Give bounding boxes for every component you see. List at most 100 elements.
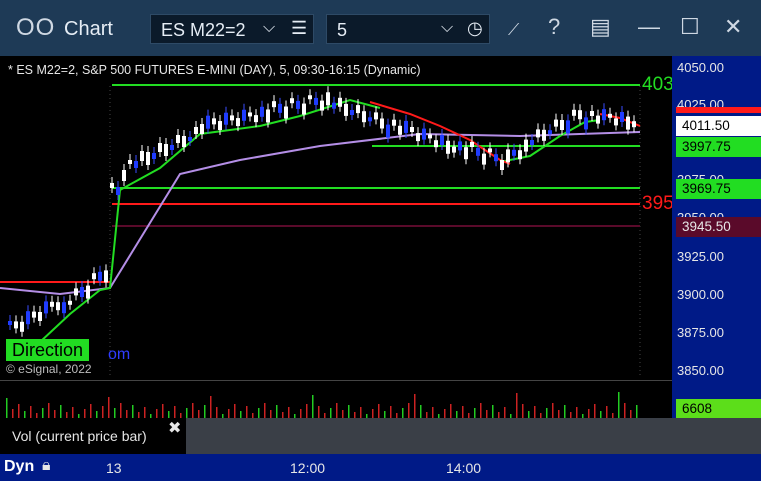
- volume-bar: [588, 409, 590, 418]
- volume-bar: [384, 411, 386, 418]
- volume-bar: [156, 409, 158, 418]
- volume-pane[interactable]: [0, 380, 672, 419]
- candle-body: [266, 109, 270, 123]
- candle-body: [410, 127, 414, 132]
- volume-bar: [444, 409, 446, 418]
- volume-bar: [96, 411, 98, 418]
- ma-purple: [0, 131, 641, 296]
- volume-bar: [132, 405, 134, 418]
- volume-bar: [234, 404, 236, 418]
- candle-body: [182, 136, 186, 147]
- candle-body: [386, 124, 390, 138]
- candle-body: [56, 302, 60, 311]
- candle-body: [620, 112, 624, 122]
- volume-bar: [216, 407, 218, 418]
- volume-bar: [264, 403, 266, 418]
- price-chart[interactable]: * ES M22=2, S&P 500 FUTURES E-MINI (DAY)…: [0, 56, 674, 380]
- candle-body: [272, 101, 276, 108]
- volume-study-label[interactable]: Vol (current price bar): [0, 418, 186, 454]
- candle-body: [14, 321, 18, 329]
- lock-icon[interactable]: 🔒︎: [42, 457, 51, 475]
- maximize-icon[interactable]: ☐: [680, 14, 700, 40]
- volume-bar: [618, 392, 620, 418]
- volume-bar: [60, 405, 62, 418]
- page-settings-icon[interactable]: ▤: [590, 14, 611, 40]
- volume-bar: [420, 405, 422, 418]
- volume-bar: [432, 407, 434, 418]
- candle-body: [518, 150, 522, 160]
- chevron-down-icon[interactable]: ⌵: [263, 19, 275, 37]
- symbol-selector[interactable]: ES M22=2 ⌵ ☰: [150, 14, 314, 44]
- candle-body: [86, 285, 90, 299]
- volume-bar: [462, 406, 464, 418]
- candle-body: [560, 120, 564, 130]
- volume-bar: [330, 408, 332, 418]
- close-icon[interactable]: ✕: [724, 14, 742, 40]
- candle-body: [596, 115, 600, 124]
- volume-bar: [174, 406, 176, 418]
- volume-bar: [84, 409, 86, 418]
- candle-body: [506, 149, 510, 163]
- candle-body: [20, 321, 24, 332]
- volume-bar: [636, 405, 638, 418]
- candle-body: [26, 311, 30, 325]
- volume-bar: [48, 403, 50, 418]
- minimize-icon[interactable]: —: [638, 14, 660, 40]
- list-menu-icon[interactable]: ☰: [291, 18, 307, 39]
- volume-bar: [606, 406, 608, 418]
- green-upper-tag: 3997.75: [676, 137, 761, 157]
- volume-bar: [486, 410, 488, 418]
- candle-body: [44, 301, 48, 314]
- volume-bar: [342, 410, 344, 418]
- candle-body: [140, 151, 144, 161]
- candle-body: [98, 271, 102, 281]
- volume-bar: [228, 409, 230, 418]
- candle-body: [284, 106, 288, 119]
- draw-tool-icon[interactable]: ⟋: [508, 22, 519, 40]
- candle-body: [308, 95, 312, 100]
- candle-body: [608, 113, 612, 118]
- clock-icon[interactable]: ◷: [467, 18, 483, 39]
- interval-selector[interactable]: 5 ⌵ ◷: [326, 14, 490, 44]
- close-icon[interactable]: ✖: [168, 418, 181, 438]
- volume-bar: [126, 410, 128, 418]
- candle-body: [170, 145, 174, 150]
- volume-bar: [318, 406, 320, 418]
- volume-bar: [558, 410, 560, 418]
- candle-body: [92, 273, 96, 280]
- candle-body: [470, 142, 474, 147]
- candle-body: [356, 105, 360, 114]
- direction-study-label[interactable]: Direction: [6, 339, 90, 361]
- volume-bar: [564, 405, 566, 418]
- x-tick: 14:00: [446, 460, 482, 476]
- chevron-down-icon[interactable]: ⌵: [441, 19, 453, 37]
- volume-bar: [624, 403, 626, 418]
- candle-body: [188, 137, 192, 141]
- price-axis[interactable]: 4050.00 4025.00 3975.00 3950.00 3925.00 …: [672, 56, 761, 380]
- symbol-value: ES M22=2: [161, 20, 246, 40]
- candle-body: [242, 109, 246, 121]
- volume-bar: [348, 405, 350, 418]
- candle-body: [452, 146, 456, 153]
- candle-body: [62, 302, 66, 314]
- candle-body: [434, 140, 438, 148]
- candle-body: [482, 153, 486, 165]
- candle-body: [158, 143, 162, 152]
- candle-body: [290, 98, 294, 104]
- candle-body: [236, 118, 240, 127]
- time-axis[interactable]: Dyn 🔒︎ 13 12:00 14:00: [0, 454, 761, 481]
- y-tick: 3875.00: [677, 325, 724, 340]
- candle-body: [176, 135, 180, 143]
- candle-body: [314, 97, 318, 105]
- help-icon[interactable]: ?: [548, 14, 560, 40]
- candle-body: [362, 111, 366, 123]
- volume-bar: [246, 406, 248, 418]
- candle-body: [224, 112, 228, 125]
- dynamic-mode[interactable]: Dyn: [4, 458, 34, 476]
- y-tick: 3900.00: [677, 287, 724, 302]
- candle-body: [152, 153, 156, 159]
- volume-bar: [516, 393, 518, 418]
- candle-body: [476, 147, 480, 156]
- candle-body: [248, 112, 252, 117]
- volume-bar: [408, 403, 410, 418]
